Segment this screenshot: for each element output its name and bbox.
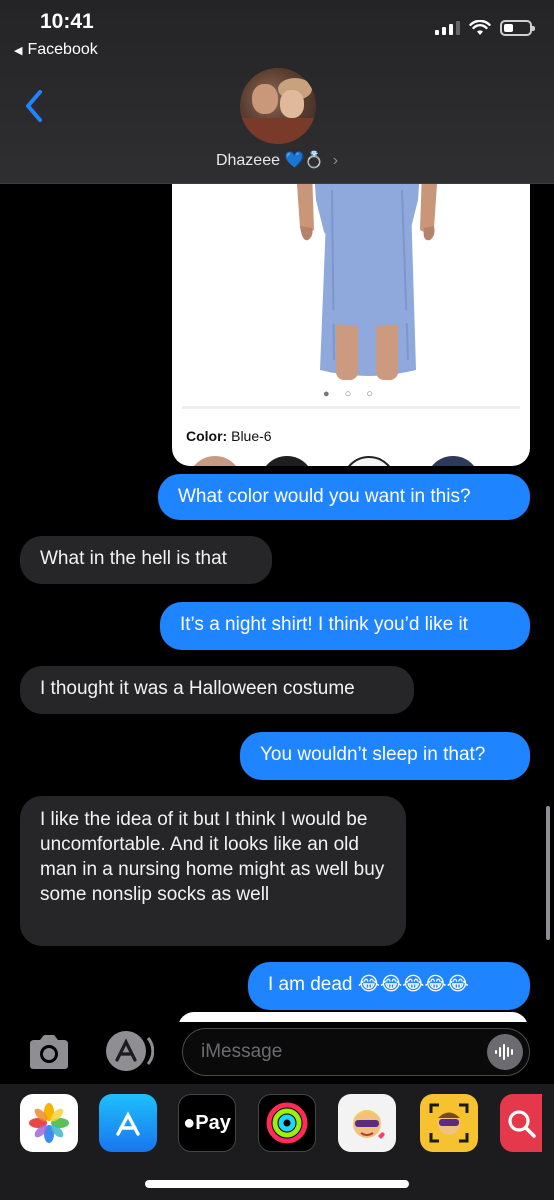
nightshirt-product-image xyxy=(296,170,438,380)
battery-icon xyxy=(500,20,535,36)
memoji-icon[interactable] xyxy=(338,1094,396,1152)
app-store-drawer-icon[interactable] xyxy=(104,1030,154,1072)
apple-pay-label: Pay xyxy=(195,1111,231,1134)
product-color-line: Color: Blue-6 xyxy=(186,428,272,444)
conversation-header: 10:41 ◀ Facebook Dhazeee 💙💍 › xyxy=(0,0,554,184)
back-app-label: Facebook xyxy=(27,41,98,58)
camera-icon[interactable] xyxy=(26,1034,72,1070)
contact-avatar[interactable] xyxy=(240,68,316,144)
message-bubble-received[interactable]: I like the idea of it but I think I woul… xyxy=(20,796,406,946)
search-images-icon[interactable] xyxy=(500,1094,542,1152)
contact-name-button[interactable]: Dhazeee 💙💍 › xyxy=(0,150,554,170)
home-indicator[interactable] xyxy=(145,1180,409,1188)
carousel-dots: ● ○ ○ xyxy=(322,388,380,400)
status-icons xyxy=(435,20,535,36)
photos-icon[interactable] xyxy=(20,1094,78,1152)
back-to-app-link[interactable]: ◀ Facebook xyxy=(14,41,98,59)
back-chevron-icon[interactable] xyxy=(20,86,50,126)
message-bubble-sent[interactable]: What color would you want in this? xyxy=(158,474,530,520)
swatch[interactable] xyxy=(188,456,242,466)
imessage-input[interactable] xyxy=(201,1029,481,1074)
cellular-signal-icon xyxy=(435,21,460,35)
color-swatches xyxy=(172,456,530,466)
swatch[interactable] xyxy=(260,456,314,466)
chevron-right-icon: › xyxy=(332,152,339,169)
color-value: Blue-6 xyxy=(231,428,272,444)
contact-emoji: 💙💍 xyxy=(284,152,325,169)
apple-pay-icon[interactable]: ●Pay xyxy=(178,1094,236,1152)
message-bubble-sent[interactable]: I am dead 😂😂😂😂😂 xyxy=(248,962,530,1010)
activity-icon[interactable] xyxy=(258,1094,316,1152)
imessage-input-wrapper xyxy=(182,1028,530,1076)
status-time: 10:41 xyxy=(40,10,94,33)
app-store-icon[interactable] xyxy=(99,1094,157,1152)
message-bubble-received[interactable]: I thought it was a Halloween costume xyxy=(20,666,414,714)
card-divider xyxy=(182,406,520,409)
message-bubble-sent[interactable]: It’s a night shirt! I think you’d like i… xyxy=(160,602,530,650)
audio-message-icon[interactable] xyxy=(487,1034,523,1070)
product-link-preview[interactable]: ● ○ ○ Color: Blue-6 xyxy=(172,170,530,466)
back-triangle-icon: ◀ xyxy=(14,44,23,57)
apple-logo-icon: ● xyxy=(183,1111,196,1134)
scroll-indicator[interactable] xyxy=(546,806,550,940)
message-bubble-received[interactable]: What in the hell is that xyxy=(20,536,272,584)
color-label: Color: xyxy=(186,428,228,444)
message-bubble-sent[interactable]: You wouldn’t sleep in that? xyxy=(240,732,530,780)
memoji-sticker-icon[interactable] xyxy=(420,1094,478,1152)
contact-name: Dhazeee xyxy=(215,152,280,169)
swatch[interactable] xyxy=(342,456,396,466)
swatch[interactable] xyxy=(426,456,480,466)
compose-bar xyxy=(0,1022,554,1084)
wifi-icon xyxy=(469,20,491,35)
